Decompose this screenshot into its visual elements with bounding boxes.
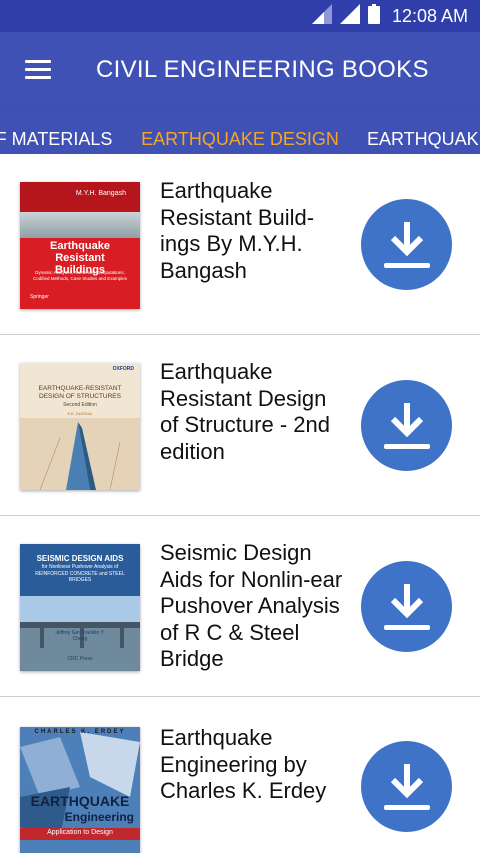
book-title[interactable]: Earthquake Engineering by Charles K. Erd… [160,725,350,805]
list-item[interactable]: SEISMIC DESIGN AIDS for Nonlinear Pushov… [0,516,480,697]
hamburger-menu-icon[interactable] [0,32,76,108]
download-button[interactable] [361,380,452,471]
download-icon [383,402,430,449]
download-icon [383,763,430,810]
book-cover-image: M.Y.H. Bangash Earthquake Resistant Buil… [20,182,140,309]
list-item[interactable]: CHARLES K. ERDEY EARTHQUAKE Engineering … [0,697,480,853]
download-icon [383,221,430,268]
app-title: CIVIL ENGINEERING BOOKS [96,56,429,83]
list-item[interactable]: M.Y.H. Bangash Earthquake Resistant Buil… [0,154,480,335]
status-bar: 12:08 AM [0,0,480,32]
book-title[interactable]: Seismic Design Aids for Nonlin-ear Pusho… [160,540,350,673]
battery-icon [367,3,380,29]
download-button[interactable] [361,561,452,652]
download-icon [383,583,430,630]
signal-weak-icon [311,3,332,29]
list-item[interactable]: OXFORD EARTHQUAKE-RESISTANT DESIGN OF ST… [0,335,480,516]
book-cover-image: SEISMIC DESIGN AIDS for Nonlinear Pushov… [20,544,140,671]
signal-icon [339,3,360,29]
book-title[interactable]: Earthquake Resistant Build-ings By M.Y.H… [160,178,350,284]
book-cover-image: OXFORD EARTHQUAKE-RESISTANT DESIGN OF ST… [20,363,140,490]
download-button[interactable] [361,741,452,832]
book-cover-image: CHARLES K. ERDEY EARTHQUAKE Engineering … [20,727,140,853]
status-time: 12:08 AM [391,5,468,26]
download-button[interactable] [361,199,452,290]
book-title[interactable]: Earthquake Resistant Design of Structure… [160,359,350,465]
app-bar: CIVIL ENGINEERING BOOKS [0,32,480,108]
